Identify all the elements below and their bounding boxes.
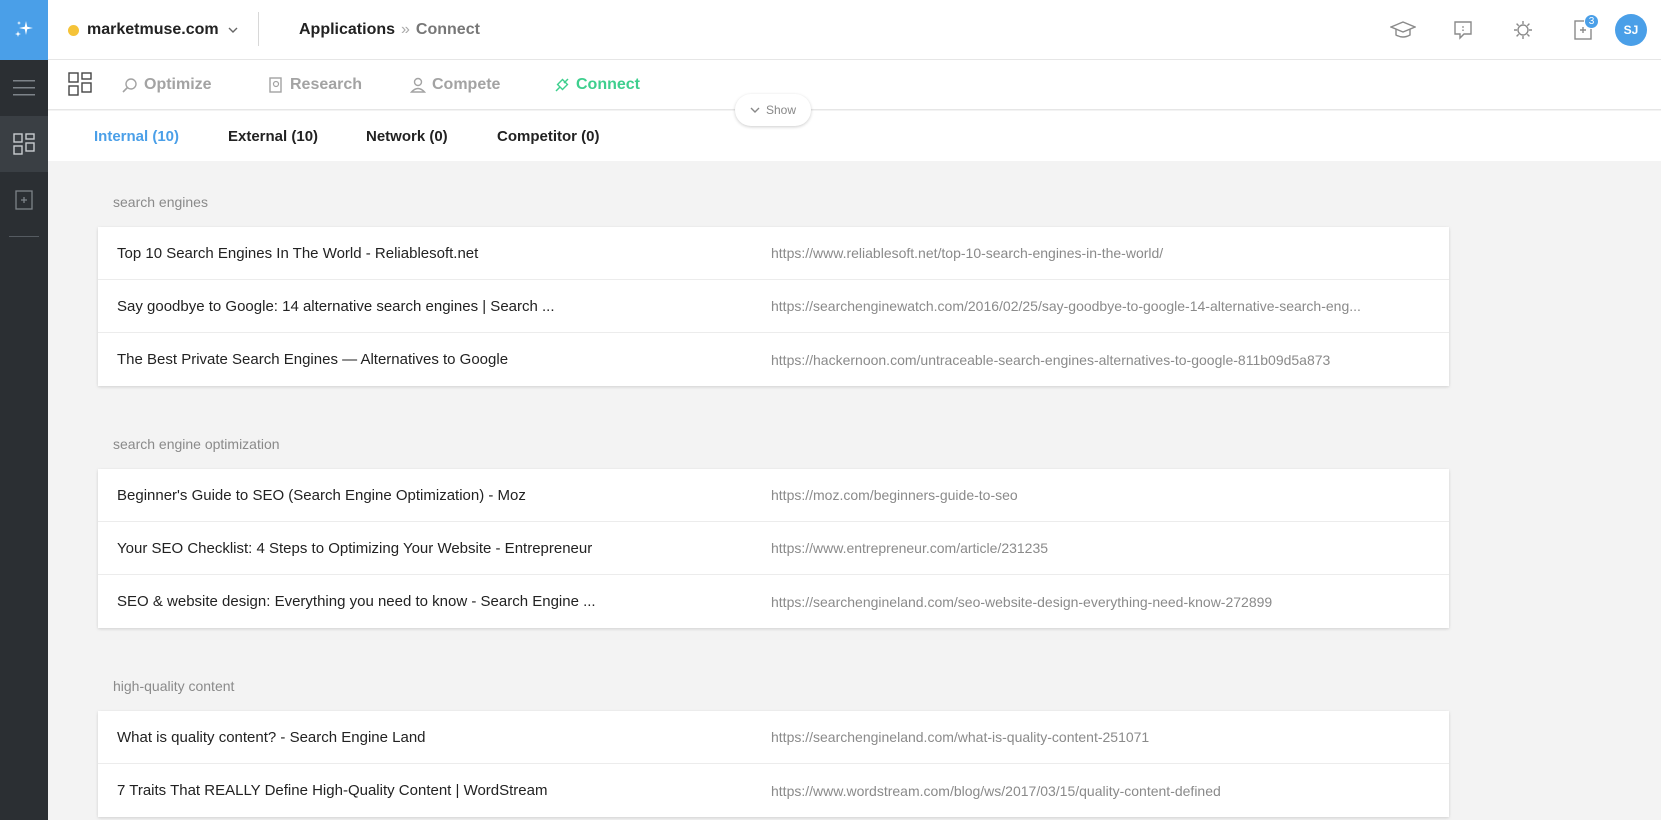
avatar[interactable]: SJ: [1615, 14, 1647, 46]
page-title-cell: 7 Traits That REALLY Define High-Quality…: [117, 782, 548, 799]
page-title-cell: The Best Private Search Engines — Altern…: [117, 351, 509, 368]
page-url-cell[interactable]: https://hackernoon.com/untraceable-searc…: [771, 352, 1449, 368]
apps-grid-icon[interactable]: [68, 72, 92, 96]
chevron-down-icon: [228, 27, 238, 33]
page-url-cell[interactable]: https://www.wordstream.com/blog/ws/2017/…: [771, 783, 1449, 799]
connect-results: search engines Top 10 Search Engines In …: [48, 161, 1661, 820]
app-tab-connect[interactable]: Connect: [554, 60, 640, 110]
app-tab-label: Research: [290, 76, 363, 93]
page-title-cell: Your SEO Checklist: 4 Steps to Optimizin…: [117, 539, 593, 557]
group-card: Beginner's Guide to SEO (Search Engine O…: [98, 469, 1449, 628]
table-row[interactable]: The Best Private Search Engines — Altern…: [98, 333, 1449, 386]
header-actions: 3 SJ: [1373, 0, 1661, 60]
tab-competitor[interactable]: Competitor (0): [497, 111, 600, 161]
header-divider: [258, 12, 259, 46]
page-url-cell[interactable]: https://searchenginewatch.com/2016/02/25…: [771, 298, 1449, 314]
add-document-icon: [15, 190, 33, 210]
org-switcher[interactable]: marketmuse.com: [68, 0, 239, 60]
table-row[interactable]: Beginner's Guide to SEO (Search Engine O…: [98, 469, 1449, 522]
marketmuse-logo[interactable]: [0, 0, 48, 60]
page-title-cell: Say goodbye to Google: 14 alternative se…: [117, 297, 555, 315]
page-title-cell: SEO & website design: Everything you nee…: [117, 593, 596, 610]
notifications-button[interactable]: 3: [1553, 0, 1613, 60]
app-tab-optimize[interactable]: Optimize: [122, 60, 212, 110]
table-row[interactable]: Say goodbye to Google: 14 alternative se…: [98, 280, 1449, 333]
table-row[interactable]: SEO & website design: Everything you nee…: [98, 575, 1449, 628]
tab-network[interactable]: Network (0): [366, 111, 448, 161]
page-title-cell: Top 10 Search Engines In The World - Rel…: [117, 244, 479, 262]
breadcrumb: Applications » Connect: [299, 0, 480, 60]
rail-apps-button[interactable]: [0, 116, 48, 172]
connect-icon: [555, 78, 569, 92]
app-tab-research[interactable]: Research: [268, 60, 362, 110]
compete-icon: [410, 77, 426, 93]
org-status-dot: [68, 24, 79, 36]
tab-external[interactable]: External (10): [228, 111, 318, 161]
group-title: search engine optimization: [113, 436, 280, 452]
group-card: What is quality content? - Search Engine…: [98, 711, 1449, 817]
chevron-down-icon: [750, 107, 760, 113]
chat-icon: [1454, 21, 1472, 40]
group-card: Top 10 Search Engines In The World - Rel…: [98, 227, 1449, 386]
breadcrumb-applications[interactable]: Applications: [299, 21, 395, 39]
page-url-cell[interactable]: https://www.reliablesoft.net/top-10-sear…: [771, 245, 1449, 261]
app-tab-compete[interactable]: Compete: [410, 60, 500, 110]
gear-icon: [1514, 21, 1532, 39]
rail-add-document-button[interactable]: [0, 172, 48, 228]
breadcrumb-current: Connect: [415, 21, 480, 38]
left-rail: [0, 0, 48, 820]
settings-button[interactable]: [1493, 0, 1553, 60]
top-header: marketmuse.com Applications » Connect 3 …: [48, 0, 1661, 60]
page-url-cell[interactable]: https://moz.com/beginners-guide-to-seo: [771, 487, 1449, 503]
table-row[interactable]: What is quality content? - Search Engine…: [98, 711, 1449, 764]
org-name: marketmuse.com: [87, 21, 219, 38]
table-row[interactable]: 7 Traits That REALLY Define High-Quality…: [98, 764, 1449, 817]
app-tabs: Optimize Research Compete Connect Show: [48, 60, 1661, 126]
show-toggle-label: Show: [765, 103, 797, 117]
app-tab-label: Compete: [432, 76, 501, 93]
hamburger-icon: [13, 80, 35, 96]
rail-menu-button[interactable]: [0, 60, 48, 116]
rail-divider: [9, 236, 39, 237]
group-title: search engines: [113, 194, 208, 210]
page-url-cell[interactable]: https://searchengineland.com/seo-website…: [771, 594, 1449, 610]
chat-button[interactable]: [1433, 0, 1493, 60]
table-row[interactable]: Your SEO Checklist: 4 Steps to Optimizin…: [98, 522, 1449, 575]
page-title-cell: What is quality content? - Search Engine…: [117, 728, 426, 746]
breadcrumb-separator: »: [401, 21, 410, 38]
page-url-cell[interactable]: https://searchengineland.com/what-is-qua…: [771, 729, 1449, 745]
table-row[interactable]: Top 10 Search Engines In The World - Rel…: [98, 227, 1449, 280]
link-type-tabs: Internal (10) External (10) Network (0) …: [48, 111, 1661, 161]
app-tab-label: Optimize: [144, 76, 212, 93]
page-title-cell: Beginner's Guide to SEO (Search Engine O…: [117, 486, 526, 504]
show-toggle-button[interactable]: Show: [735, 94, 811, 126]
academy-button[interactable]: [1373, 0, 1433, 60]
optimize-icon: [122, 78, 137, 93]
notification-badge: 3: [1584, 14, 1599, 29]
apps-grid-icon: [13, 133, 35, 155]
research-icon: [269, 77, 282, 93]
graduation-cap-icon: [1390, 21, 1416, 38]
page-url-cell[interactable]: https://www.entrepreneur.com/article/231…: [771, 540, 1449, 556]
app-tab-label: Connect: [576, 76, 640, 93]
sparkle-icon: [15, 21, 33, 37]
tab-internal[interactable]: Internal (10): [94, 111, 179, 161]
group-title: high-quality content: [113, 678, 235, 694]
